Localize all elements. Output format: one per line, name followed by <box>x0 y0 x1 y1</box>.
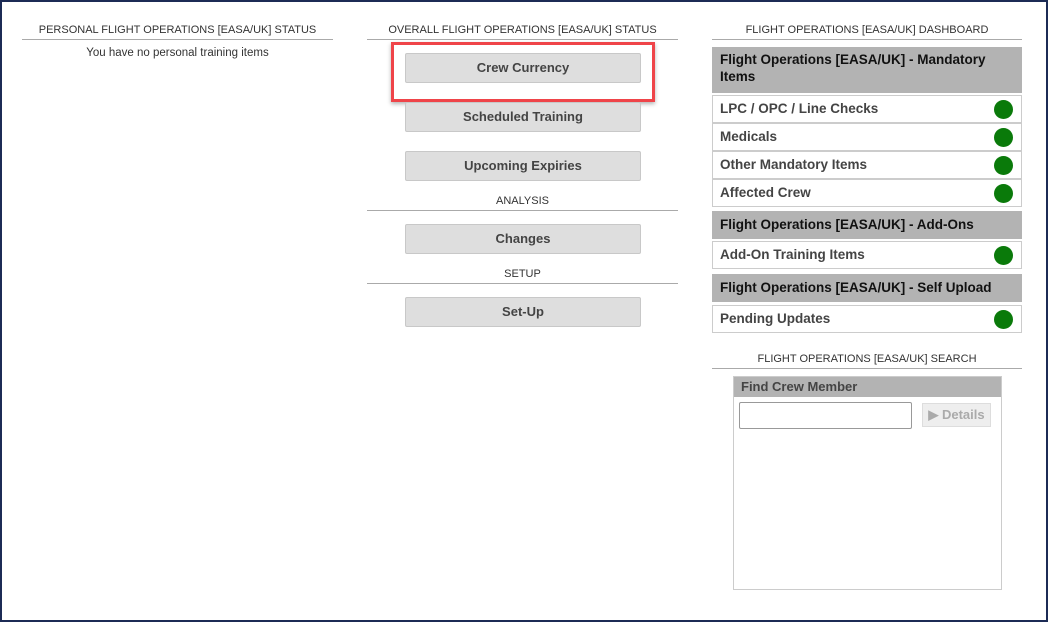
analysis-title: ANALYSIS <box>367 194 678 211</box>
group-header-addons: Flight Operations [EASA/UK] - Add-Ons <box>712 211 1022 239</box>
find-crew-panel: Find Crew Member ▶ Details <box>733 376 1002 590</box>
dashboard-title: FLIGHT OPERATIONS [EASA/UK] DASHBOARD <box>712 23 1022 40</box>
play-icon: ▶ <box>928 407 939 422</box>
scheduled-training-button[interactable]: Scheduled Training <box>405 102 641 132</box>
setup-button[interactable]: Set-Up <box>405 297 641 327</box>
highlight-box <box>391 42 655 102</box>
find-crew-title: Find Crew Member <box>734 377 1001 397</box>
dashboard-item-pending-updates[interactable]: Pending Updates <box>712 305 1022 333</box>
status-green-icon <box>994 100 1013 119</box>
status-green-icon <box>994 310 1013 329</box>
details-label: Details <box>941 407 985 422</box>
status-green-icon <box>994 128 1013 147</box>
item-label: LPC / OPC / Line Checks <box>720 101 879 116</box>
item-label: Affected Crew <box>720 185 811 200</box>
dashboard-item-other-mandatory[interactable]: Other Mandatory Items <box>712 151 1022 179</box>
status-green-icon <box>994 184 1013 203</box>
status-green-icon <box>994 246 1013 265</box>
no-training-message: You have no personal training items <box>86 47 269 59</box>
setup-title: SETUP <box>367 267 678 284</box>
dashboard-item-medicals[interactable]: Medicals <box>712 123 1022 151</box>
item-label: Pending Updates <box>720 311 831 326</box>
search-title: FLIGHT OPERATIONS [EASA/UK] SEARCH <box>712 352 1022 369</box>
group-header-self-upload: Flight Operations [EASA/UK] - Self Uploa… <box>712 274 1022 302</box>
item-label: Add-On Training Items <box>720 247 865 262</box>
changes-button[interactable]: Changes <box>405 224 641 254</box>
personal-status-title: PERSONAL FLIGHT OPERATIONS [EASA/UK] STA… <box>22 23 333 40</box>
group-header-mandatory: Flight Operations [EASA/UK] - Mandatory … <box>712 47 1022 93</box>
dashboard-item-affected-crew[interactable]: Affected Crew <box>712 179 1022 207</box>
status-green-icon <box>994 156 1013 175</box>
crew-search-input[interactable] <box>739 402 912 429</box>
upcoming-expiries-button[interactable]: Upcoming Expiries <box>405 151 641 181</box>
item-label: Medicals <box>720 129 778 144</box>
item-label: Other Mandatory Items <box>720 157 868 172</box>
dashboard-item-lpc[interactable]: LPC / OPC / Line Checks <box>712 95 1022 123</box>
overall-status-title: OVERALL FLIGHT OPERATIONS [EASA/UK] STAT… <box>367 23 678 40</box>
details-button[interactable]: ▶ Details <box>922 403 991 427</box>
dashboard-item-addon-training[interactable]: Add-On Training Items <box>712 241 1022 269</box>
